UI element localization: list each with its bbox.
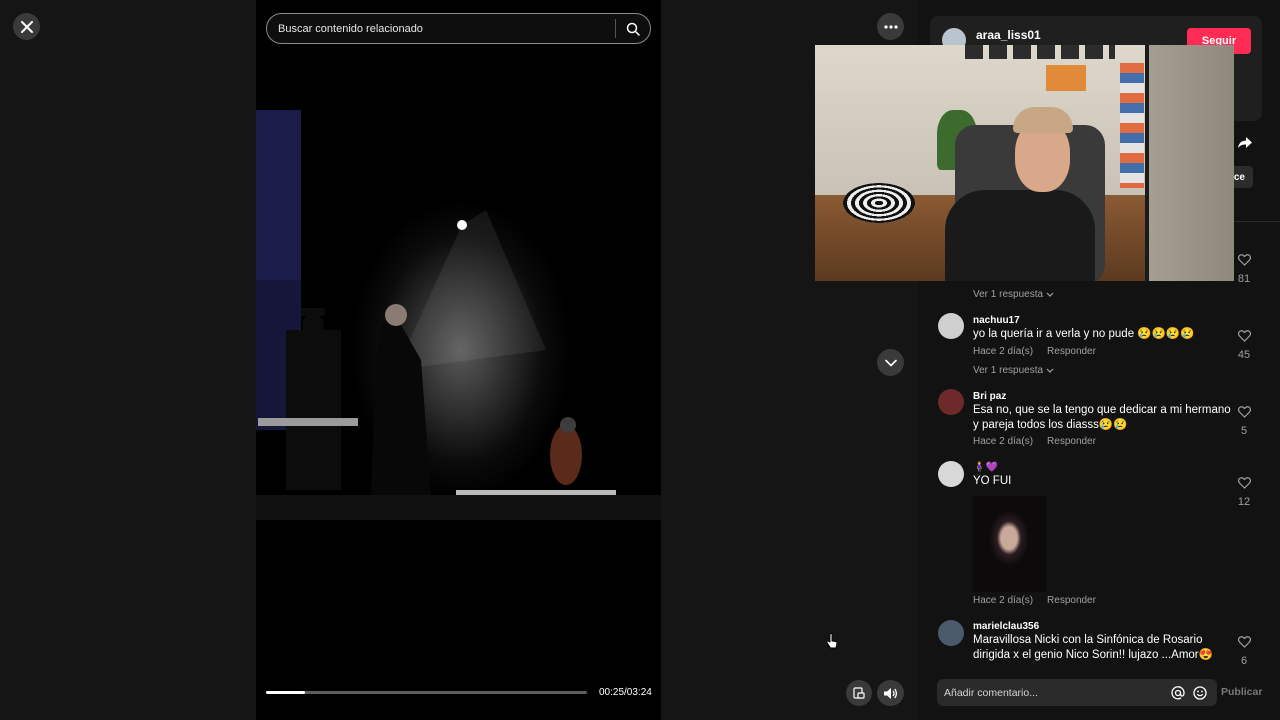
comment-meta: Hace 2 día(s) Responder <box>973 595 1096 606</box>
heart-icon <box>1237 406 1251 418</box>
webcam-person-body <box>945 190 1095 281</box>
picture-in-picture-button[interactable] <box>846 680 872 706</box>
comment-time: Hace 2 día(s) <box>973 436 1034 447</box>
heart-icon <box>1237 477 1251 489</box>
like-count: 12 <box>1237 496 1251 508</box>
heart-icon <box>1237 254 1251 266</box>
comment-time: Hace 2 día(s) <box>973 346 1034 357</box>
video-player[interactable] <box>256 0 661 720</box>
close-button[interactable] <box>13 13 40 40</box>
like-count: 45 <box>1237 349 1251 361</box>
more-options-button[interactable] <box>877 13 904 40</box>
view-replies-label: Ver 1 respuesta <box>973 365 1044 376</box>
comment-input[interactable] <box>937 686 1167 699</box>
heart-icon <box>1237 330 1251 342</box>
comment-avatar[interactable] <box>938 461 964 487</box>
comment-composer <box>937 679 1217 706</box>
video-progress-bar[interactable] <box>266 691 587 694</box>
comment-username[interactable]: 🧍‍♀️💜 <box>973 462 998 473</box>
search-icon <box>626 22 640 36</box>
mention-button[interactable] <box>1167 682 1189 704</box>
view-replies-label: Ver 1 respuesta <box>973 289 1044 300</box>
webcam-hats <box>965 45 1115 59</box>
like-button[interactable]: 5 <box>1234 405 1254 437</box>
author-username[interactable]: araa_liss01 <box>976 28 1041 42</box>
comment-avatar[interactable] <box>938 389 964 415</box>
comment-image[interactable] <box>973 496 1046 592</box>
emoji-button[interactable] <box>1189 682 1211 704</box>
chevron-down-icon <box>884 359 897 366</box>
emoji-icon <box>1193 685 1207 700</box>
search-button[interactable] <box>616 14 650 43</box>
search-input[interactable] <box>267 22 615 35</box>
chevron-down-icon <box>1046 292 1054 297</box>
like-count: 81 <box>1237 273 1251 285</box>
comment-text: YO FUI <box>973 475 1012 487</box>
volume-icon <box>884 687 898 699</box>
comment-text: yo la quería ir a verla y no pude 😢😢😢😢 <box>973 328 1195 340</box>
webcam-shoe-shelf <box>1120 63 1144 188</box>
video-progress-fill <box>266 691 306 694</box>
video-time: 00:25/03:24 <box>599 687 652 698</box>
pointer-cursor-icon <box>826 633 838 649</box>
comment-username[interactable]: Bri paz <box>973 391 1006 402</box>
comment-meta: Hace 2 día(s) Responder <box>973 436 1096 447</box>
close-icon <box>20 20 33 33</box>
view-replies-toggle[interactable]: Ver 1 respuesta <box>973 289 1054 300</box>
comment-avatar[interactable] <box>938 313 964 339</box>
comment-username[interactable]: nachuu17 <box>973 315 1020 326</box>
comment-avatar[interactable] <box>938 620 964 646</box>
webcam-overlay <box>815 45 1234 281</box>
publish-button[interactable]: Publicar <box>1221 686 1262 698</box>
like-count: 6 <box>1240 655 1248 666</box>
like-button[interactable]: 45 <box>1234 329 1254 361</box>
search-bar <box>266 13 651 44</box>
comment-meta: Hace 2 día(s) Responder <box>973 346 1096 357</box>
heart-icon <box>1237 636 1251 648</box>
like-button[interactable]: 81 <box>1234 253 1254 285</box>
like-button[interactable]: 6 <box>1234 635 1254 666</box>
webcam-mirror <box>1145 45 1234 281</box>
more-icon <box>883 24 898 29</box>
webcam-poster <box>1046 65 1086 91</box>
comment-text: Esa no, que se la tengo que dedicar a mi… <box>973 404 1231 431</box>
comments-list: 81 Ver 1 respuesta nachuu17 yo la quería… <box>918 222 1280 666</box>
volume-button[interactable] <box>877 680 904 706</box>
share-icon[interactable] <box>1238 137 1252 149</box>
comment-time: Hace 2 día(s) <box>973 595 1034 606</box>
concert-video-frame <box>256 110 661 520</box>
reply-button[interactable]: Responder <box>1047 436 1096 447</box>
at-icon <box>1171 685 1185 699</box>
chevron-down-icon <box>1046 368 1054 373</box>
pip-icon <box>853 687 865 699</box>
like-count: 5 <box>1240 425 1248 437</box>
view-replies-toggle[interactable]: Ver 1 respuesta <box>973 365 1054 376</box>
next-video-button[interactable] <box>877 349 904 376</box>
reply-button[interactable]: Responder <box>1047 346 1096 357</box>
reply-button[interactable]: Responder <box>1047 595 1096 606</box>
like-button[interactable]: 12 <box>1234 476 1254 508</box>
webcam-person-cap <box>1013 107 1073 133</box>
comment-username[interactable]: marielclau356 <box>973 621 1039 632</box>
comment-text: Maravillosa Nicki con la Sinfónica de Ro… <box>973 634 1213 661</box>
webcam-rug <box>843 183 915 223</box>
